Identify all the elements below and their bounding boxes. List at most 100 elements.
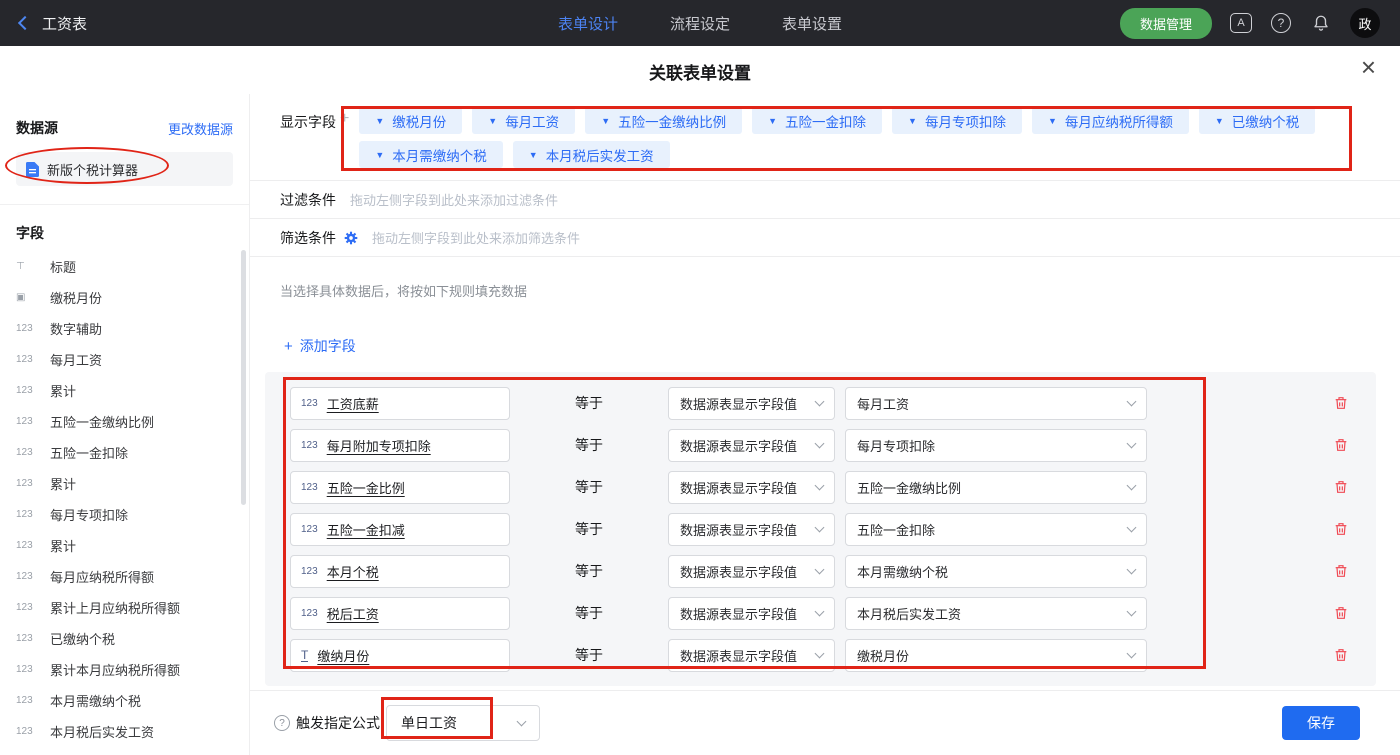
gear-icon[interactable] xyxy=(344,231,358,245)
display-field-chip[interactable]: ▼每月工资 xyxy=(472,107,575,134)
rule-field-name: 五险一金比例 xyxy=(327,478,405,497)
delete-rule-button[interactable] xyxy=(1333,647,1349,663)
help-circle-icon[interactable]: ? xyxy=(274,715,290,731)
rule-field-name: 本月个税 xyxy=(327,562,379,581)
display-field-chip[interactable]: ▼每月应纳税所得额 xyxy=(1032,107,1189,134)
chip-label: 五险一金缴纳比例 xyxy=(618,111,726,131)
chevron-down-icon xyxy=(1127,481,1137,491)
chip-label: 本月税后实发工资 xyxy=(546,145,654,165)
save-button[interactable]: 保存 xyxy=(1282,706,1360,740)
delete-rule-button[interactable] xyxy=(1333,563,1349,579)
display-field-chip[interactable]: ▼本月需缴纳个税 xyxy=(359,141,502,168)
trash-icon xyxy=(1333,647,1349,663)
field-item[interactable]: 123累计 xyxy=(16,530,233,561)
display-field-chip[interactable]: ▼本月税后实发工资 xyxy=(513,141,670,168)
sidebar-scrollbar[interactable] xyxy=(241,250,246,505)
bell-icon[interactable] xyxy=(1310,12,1332,34)
field-item-label: 缴税月份 xyxy=(50,288,102,307)
tab-form-settings[interactable]: 表单设置 xyxy=(782,13,842,34)
dropdown-value: 数据源表显示字段值 xyxy=(680,646,797,665)
tab-process-settings[interactable]: 流程设定 xyxy=(670,13,730,34)
display-field-chip[interactable]: ▼每月专项扣除 xyxy=(892,107,1022,134)
field-item[interactable]: 123累计本月应纳税所得额 xyxy=(16,654,233,685)
tab-form-design[interactable]: 表单设计 xyxy=(558,13,618,34)
display-field-chip[interactable]: ▼已缴纳个税 xyxy=(1199,107,1315,134)
data-manage-button[interactable]: 数据管理 xyxy=(1120,8,1212,39)
field-item[interactable]: 123每月工资 xyxy=(16,344,233,375)
change-datasource-link[interactable]: 更改数据源 xyxy=(168,119,233,138)
dropdown-value: 数据源表显示字段值 xyxy=(680,394,797,413)
rule-row: 123五险一金扣减 等于 数据源表显示字段值 五险一金扣除 xyxy=(290,508,1376,550)
delete-rule-button[interactable] xyxy=(1333,395,1349,411)
rule-field-input[interactable]: T缴纳月份 xyxy=(290,639,510,672)
chevron-down-icon xyxy=(1127,439,1137,449)
field-item[interactable]: ▣缴税月份 xyxy=(16,282,233,313)
target-field-dropdown[interactable]: 每月专项扣除 xyxy=(845,429,1147,462)
source-value-dropdown[interactable]: 数据源表显示字段值 xyxy=(668,471,835,504)
field-item[interactable]: ⊤标题 xyxy=(16,251,233,282)
number-field-icon: 123 xyxy=(301,566,318,577)
target-field-dropdown[interactable]: 缴税月份 xyxy=(845,639,1147,672)
filter-dropzone[interactable]: 拖动左侧字段到此处来添加过滤条件 xyxy=(350,190,558,209)
add-field-button[interactable]: + 添加字段 xyxy=(284,336,356,356)
rule-field-input[interactable]: 123每月附加专项扣除 xyxy=(290,429,510,462)
rule-field-input[interactable]: 123税后工资 xyxy=(290,597,510,630)
target-field-dropdown[interactable]: 本月税后实发工资 xyxy=(845,597,1147,630)
display-field-chip[interactable]: ▼五险一金扣除 xyxy=(752,107,882,134)
chevron-down-icon xyxy=(1127,565,1137,575)
field-item-label: 已缴纳个税 xyxy=(50,629,115,648)
screen-dropzone[interactable]: 拖动左侧字段到此处来添加筛选条件 xyxy=(372,228,580,247)
target-field-dropdown[interactable]: 每月工资 xyxy=(845,387,1147,420)
close-icon[interactable]: × xyxy=(1361,54,1376,80)
help-icon[interactable]: ? xyxy=(1270,12,1292,34)
datasource-item[interactable]: 新版个税计算器 xyxy=(16,152,233,186)
avatar[interactable]: 政 xyxy=(1350,8,1380,38)
field-item[interactable]: 123每月应纳税所得额 xyxy=(16,561,233,592)
back-button[interactable]: 工资表 xyxy=(20,13,87,34)
display-field-chip[interactable]: ▼五险一金缴纳比例 xyxy=(585,107,742,134)
dropdown-value: 五险一金缴纳比例 xyxy=(857,478,961,497)
field-item[interactable]: 123数字辅助 xyxy=(16,313,233,344)
delete-rule-button[interactable] xyxy=(1333,479,1349,495)
source-value-dropdown[interactable]: 数据源表显示字段值 xyxy=(668,597,835,630)
chevron-down-icon xyxy=(815,481,825,491)
target-field-dropdown[interactable]: 五险一金扣除 xyxy=(845,513,1147,546)
plus-icon: + xyxy=(284,338,293,355)
target-field-dropdown[interactable]: 本月需缴纳个税 xyxy=(845,555,1147,588)
delete-rule-button[interactable] xyxy=(1333,605,1349,621)
rule-field-input[interactable]: 123 本月个税 xyxy=(290,555,510,588)
sidebar: 数据源 更改数据源 新版个税计算器 字段 ⊤标题 ▣缴税月份 123数字辅助 1… xyxy=(0,94,250,755)
source-value-dropdown[interactable]: 数据源表显示字段值 xyxy=(668,555,835,588)
field-item[interactable]: 123累计 xyxy=(16,375,233,406)
target-field-dropdown[interactable]: 五险一金缴纳比例 xyxy=(845,471,1147,504)
rule-field-input[interactable]: 123五险一金扣减 xyxy=(290,513,510,546)
rule-field-name: 每月附加专项扣除 xyxy=(327,436,431,455)
field-item[interactable]: 123本月需缴纳个税 xyxy=(16,685,233,716)
rule-field-input[interactable]: 123工资底薪 xyxy=(290,387,510,420)
add-display-field-icon[interactable]: + xyxy=(340,107,349,168)
formula-dropdown[interactable]: 单日工资 xyxy=(386,705,540,741)
rule-field-input[interactable]: 123五险一金比例 xyxy=(290,471,510,504)
field-item[interactable]: 123五险一金缴纳比例 xyxy=(16,406,233,437)
source-value-dropdown[interactable]: 数据源表显示字段值 xyxy=(668,387,835,420)
trash-icon xyxy=(1333,395,1349,411)
chip-label: 本月需缴纳个税 xyxy=(392,145,487,165)
field-item[interactable]: 123五险一金扣除 xyxy=(16,437,233,468)
source-value-dropdown[interactable]: 数据源表显示字段值 xyxy=(668,429,835,462)
display-fields-row: 显示字段 + ▼缴税月份 ▼每月工资 ▼五险一金缴纳比例 ▼五险一金扣除 ▼每月… xyxy=(250,94,1400,180)
back-chevron-icon[interactable] xyxy=(18,16,32,30)
field-item[interactable]: 123已缴纳个税 xyxy=(16,623,233,654)
source-value-dropdown[interactable]: 数据源表显示字段值 xyxy=(668,513,835,546)
trash-icon xyxy=(1333,437,1349,453)
field-item[interactable]: 123累计 xyxy=(16,468,233,499)
display-field-chip[interactable]: ▼缴税月份 xyxy=(359,107,462,134)
translate-icon[interactable]: A xyxy=(1230,12,1252,34)
field-item[interactable]: 123每月专项扣除 xyxy=(16,499,233,530)
source-value-dropdown[interactable]: 数据源表显示字段值 xyxy=(668,639,835,672)
delete-rule-button[interactable] xyxy=(1333,521,1349,537)
field-item[interactable]: 123累计上月应纳税所得额 xyxy=(16,592,233,623)
trash-icon xyxy=(1333,605,1349,621)
rules-hint-text: 当选择具体数据后，将按如下规则填充数据 xyxy=(280,281,1400,300)
field-item[interactable]: 123本月税后实发工资 xyxy=(16,716,233,747)
delete-rule-button[interactable] xyxy=(1333,437,1349,453)
